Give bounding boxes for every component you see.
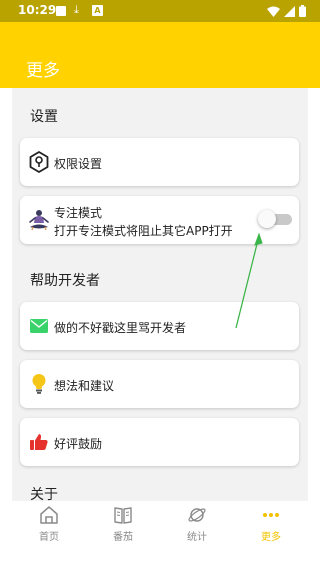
report-issue-item[interactable]: 做的不好戳这里骂开发者	[20, 302, 299, 350]
lightbulb-icon	[28, 373, 50, 395]
battery-icon	[299, 5, 306, 17]
home-icon	[40, 506, 58, 524]
meditation-icon	[28, 209, 50, 231]
tab-home-label: 首页	[39, 532, 59, 543]
focus-mode-description: 打开专注模式将阻止其它APP打开	[54, 224, 233, 238]
status-time: 10:29	[18, 3, 57, 17]
section-title-settings: 设置	[30, 109, 58, 125]
book-icon	[114, 507, 132, 524]
settings-list[interactable]: 设置 权限设置 专注模式 打开专注模式将阻止其它APP打开 帮助开发者 做的不好…	[12, 88, 308, 501]
rate-app-item[interactable]: 好评鼓励	[20, 418, 299, 466]
focus-mode-label: 专注模式	[54, 206, 103, 220]
rate-app-label: 好评鼓励	[54, 437, 103, 451]
app-bar: 更多	[0, 22, 320, 88]
tab-more-label: 更多	[261, 532, 281, 543]
wifi-icon	[267, 6, 280, 17]
thumbs-up-icon	[28, 431, 50, 453]
page-title: 更多	[26, 61, 60, 81]
section-title-help: 帮助开发者	[30, 273, 100, 289]
tab-stats-label: 统计	[187, 532, 207, 543]
location-pin-icon	[28, 151, 50, 173]
focus-mode-item: 专注模式 打开专注模式将阻止其它APP打开	[20, 196, 299, 244]
ideas-suggestions-item[interactable]: 想法和建议	[20, 360, 299, 408]
more-dots-icon	[263, 513, 279, 517]
toggle-knob	[258, 210, 276, 228]
tab-stats[interactable]: 统计	[160, 501, 234, 546]
square-notification-icon	[56, 6, 66, 16]
report-issue-label: 做的不好戳这里骂开发者	[54, 321, 187, 335]
tab-tomato[interactable]: 番茄	[86, 501, 160, 546]
planet-icon	[188, 508, 206, 522]
section-title-about: 关于	[30, 487, 58, 501]
permissions-label: 权限设置	[54, 157, 103, 171]
ideas-suggestions-label: 想法和建议	[54, 379, 115, 393]
tab-tomato-label: 番茄	[113, 532, 133, 543]
tab-home[interactable]: 首页	[12, 501, 86, 546]
focus-mode-toggle[interactable]	[258, 210, 292, 228]
bottom-tab-bar: 首页 番茄 统计 更多	[12, 501, 308, 546]
a-notification-icon: A	[92, 5, 103, 16]
download-icon: ⤓	[74, 3, 79, 16]
permissions-settings-item[interactable]: 权限设置	[20, 138, 299, 186]
status-bar: 10:29 ⤓ A	[0, 0, 320, 22]
mail-icon	[28, 315, 50, 337]
signal-icon	[284, 5, 295, 17]
bottom-strip	[0, 546, 320, 568]
tab-more[interactable]: 更多	[234, 501, 308, 546]
